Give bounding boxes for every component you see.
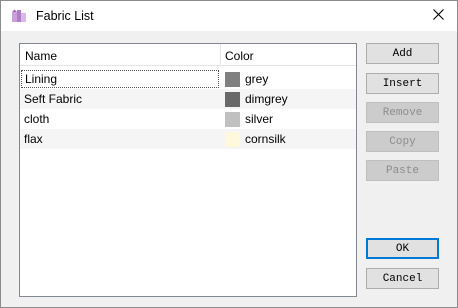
- fabric-name: cloth: [24, 112, 50, 126]
- column-header-name[interactable]: Name: [25, 49, 57, 63]
- list-row-seft-fabric[interactable]: Seft Fabric dimgrey: [20, 89, 356, 109]
- fabric-name: Lining: [21, 70, 219, 88]
- window-title: Fabric List: [36, 9, 94, 23]
- fabric-list-dialog: Fabric List Name Color Lining grey Seft …: [0, 0, 458, 308]
- color-name: grey: [245, 72, 269, 86]
- title-bar[interactable]: Fabric List: [1, 1, 457, 31]
- list-row-lining[interactable]: Lining grey: [20, 69, 356, 89]
- copy-button[interactable]: Copy: [366, 131, 439, 152]
- color-swatch: [225, 132, 240, 147]
- column-divider[interactable]: [220, 44, 221, 66]
- close-button[interactable]: [419, 1, 457, 31]
- color-name: silver: [245, 112, 274, 126]
- color-swatch: [225, 92, 240, 107]
- paste-button[interactable]: Paste: [366, 160, 439, 181]
- list-row-flax[interactable]: flax cornsilk: [20, 129, 356, 149]
- color-name: dimgrey: [245, 92, 288, 106]
- ok-button[interactable]: OK: [366, 238, 439, 259]
- close-icon: [432, 9, 444, 23]
- color-swatch: [225, 72, 240, 87]
- color-name: cornsilk: [245, 132, 286, 146]
- app-icon: [11, 9, 27, 23]
- remove-button[interactable]: Remove: [366, 102, 439, 123]
- fabric-name: flax: [24, 132, 43, 146]
- list-header: Name Color: [20, 44, 356, 66]
- fabric-list-view[interactable]: Name Color Lining grey Seft Fabric dimgr…: [19, 43, 357, 297]
- cancel-button[interactable]: Cancel: [366, 268, 439, 289]
- list-row-cloth[interactable]: cloth silver: [20, 109, 356, 129]
- dialog-body: Name Color Lining grey Seft Fabric dimgr…: [1, 31, 457, 307]
- add-button[interactable]: Add: [366, 43, 439, 64]
- fabric-name: Seft Fabric: [24, 92, 83, 106]
- column-header-color[interactable]: Color: [225, 49, 254, 63]
- color-swatch: [225, 112, 240, 127]
- insert-button[interactable]: Insert: [366, 73, 439, 94]
